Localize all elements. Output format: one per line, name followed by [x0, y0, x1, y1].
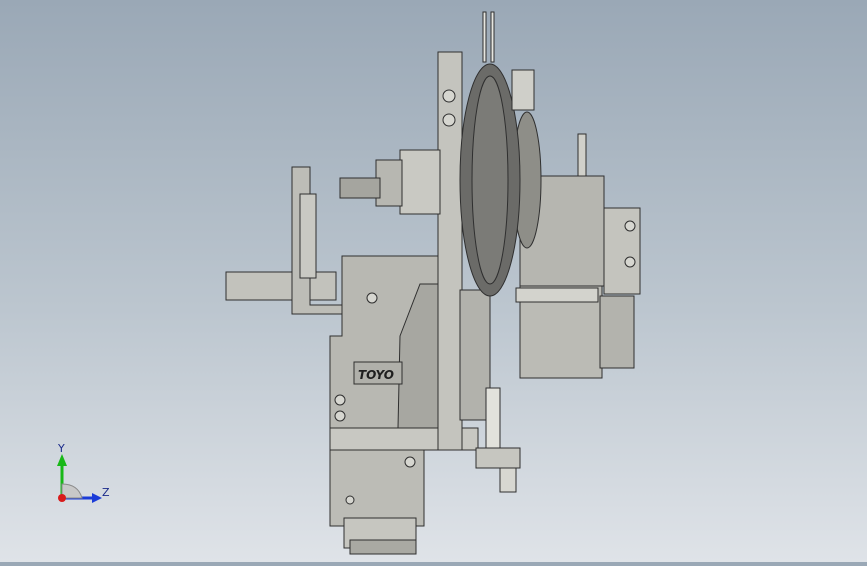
side-block — [599, 295, 635, 369]
slide-rail — [485, 387, 501, 449]
y-axis-label: Y — [58, 442, 65, 455]
assembly-model: TOYO — [225, 11, 641, 555]
bracket-upright — [299, 193, 317, 279]
z-axis-arrow — [92, 493, 102, 503]
wheel-bolt — [511, 69, 535, 111]
end-plate — [603, 207, 641, 295]
bolt — [334, 394, 346, 406]
top-pin-b — [490, 11, 495, 63]
vertical-pin — [577, 133, 587, 177]
motor-base — [349, 539, 417, 555]
left-arm — [225, 271, 337, 301]
cylinder-nut — [339, 177, 381, 199]
wheel-face — [471, 75, 509, 285]
guide-rods — [515, 287, 599, 303]
bolt — [404, 456, 416, 468]
bolt — [442, 113, 456, 127]
toyo-logo: TOYO — [358, 368, 394, 382]
z-axis-label: Z — [102, 486, 110, 499]
lower-fitting — [475, 447, 521, 469]
main-column — [437, 51, 463, 451]
bolt — [334, 410, 346, 422]
x-axis-dot — [58, 494, 66, 502]
y-axis-arrow — [57, 454, 67, 466]
bolt — [442, 89, 456, 103]
bolt — [624, 220, 636, 232]
cad-viewport[interactable]: TOYO Y Z — [0, 0, 867, 562]
bolt — [624, 256, 636, 268]
fitting-nozzle — [499, 467, 517, 493]
upper-cylinder — [399, 149, 441, 215]
axis-triad: Y Z — [40, 436, 120, 516]
top-pin-a — [482, 11, 487, 63]
bolt — [366, 292, 378, 304]
bolt — [345, 495, 355, 505]
